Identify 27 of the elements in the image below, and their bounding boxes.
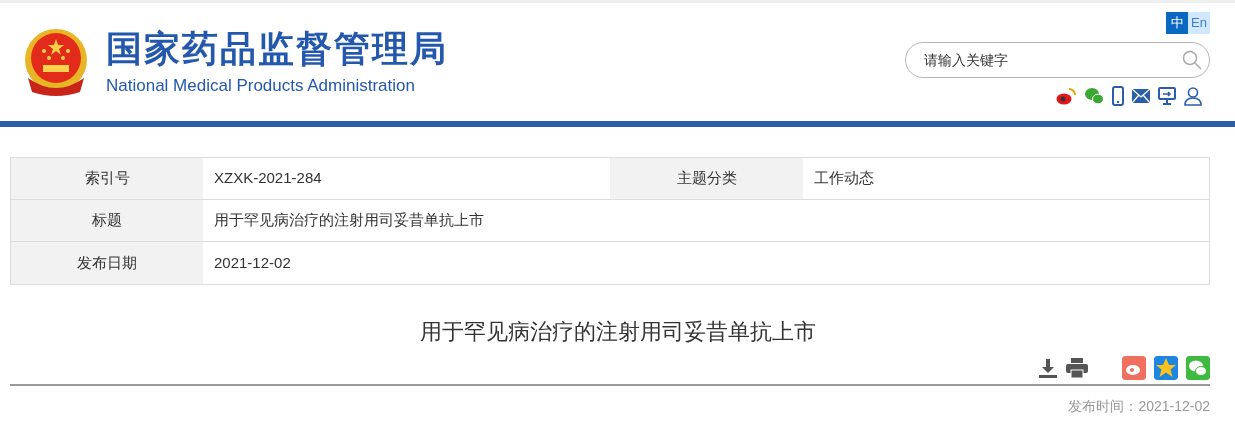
field-label: 标题 (11, 200, 203, 241)
wechat-share-icon[interactable] (1186, 356, 1210, 380)
mail-icon[interactable] (1132, 89, 1150, 103)
field-label: 发布日期 (11, 242, 203, 284)
field-value: 用于罕见病治疗的注射用司妥昔单抗上市 (213, 210, 485, 231)
search-field[interactable]: 请输入关键字 (905, 42, 1210, 78)
star-share-icon[interactable] (1154, 356, 1178, 380)
user-icon[interactable] (1184, 86, 1202, 106)
field-value: 工作动态 (813, 168, 875, 189)
wechat-icon[interactable] (1084, 87, 1104, 105)
monitor-icon[interactable] (1158, 87, 1176, 105)
weibo-share-icon[interactable] (1122, 356, 1146, 380)
field-value: 2021-12-02 (213, 252, 292, 273)
field-label: 主题分类 (610, 158, 803, 199)
download-icon[interactable] (1038, 358, 1058, 378)
weibo-icon[interactable] (1056, 87, 1076, 105)
article-title: 用于罕见病治疗的注射用司妥昔单抗上市 (418, 318, 817, 346)
site-title: 国家药品监督管理局 (106, 30, 448, 67)
print-icon[interactable] (1066, 358, 1088, 378)
field-label: 索引号 (11, 158, 203, 199)
language-tab[interactable]: 中 (1166, 12, 1188, 34)
mobile-phone-icon[interactable] (1112, 86, 1124, 106)
site-subtitle: National Medical Products Administration (106, 76, 416, 94)
language-tab[interactable]: En (1188, 12, 1210, 34)
national-emblem-logo (22, 28, 90, 96)
field-value: XZXK-2021-284 (213, 168, 323, 189)
publish-time: 发布时间：2021-12-02 (1067, 397, 1210, 416)
